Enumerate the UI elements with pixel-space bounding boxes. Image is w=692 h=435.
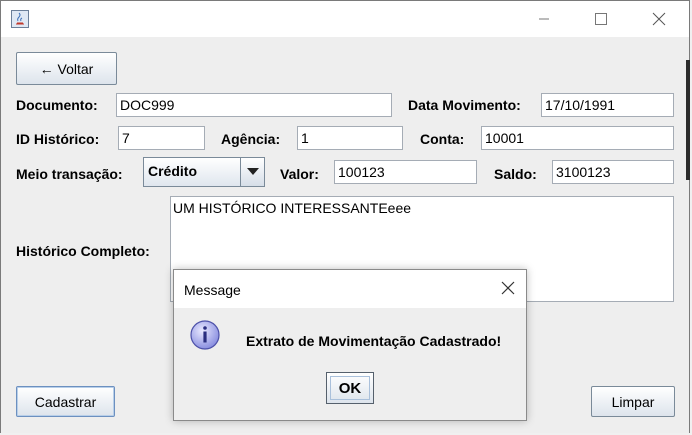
maximize-button[interactable]: [578, 1, 624, 37]
background-window-edge: [686, 60, 690, 180]
data-movimento-field[interactable]: 17/10/1991: [541, 93, 674, 117]
data-movimento-label: Data Movimento:: [408, 97, 521, 113]
info-icon: [189, 319, 221, 351]
conta-field[interactable]: 10001: [481, 126, 674, 150]
documento-field[interactable]: DOC999: [116, 93, 392, 117]
agencia-label: Agência:: [221, 131, 281, 147]
limpar-button[interactable]: Limpar: [591, 386, 675, 417]
valor-label: Valor:: [280, 166, 319, 182]
close-button[interactable]: [636, 1, 682, 37]
message-dialog: Message Extrato de Movimentação Cadastra…: [173, 269, 527, 421]
back-button-label: ← Voltar: [39, 60, 94, 77]
ok-button[interactable]: OK: [326, 372, 374, 404]
saldo-label: Saldo:: [494, 166, 537, 182]
dialog-title: Message: [184, 282, 241, 298]
dialog-close-icon[interactable]: [500, 280, 516, 299]
valor-field[interactable]: 100123: [334, 160, 477, 184]
dialog-title-bar: Message: [174, 270, 526, 308]
title-bar: [1, 1, 689, 37]
id-historico-label: ID Histórico:: [16, 131, 100, 147]
ok-button-label: OK: [338, 379, 362, 397]
cadastrar-button[interactable]: Cadastrar: [16, 386, 115, 417]
meio-transacao-value: Crédito: [148, 163, 197, 179]
meio-transacao-select[interactable]: Crédito: [143, 157, 265, 187]
saldo-field[interactable]: 3100123: [552, 160, 674, 184]
historico-label: Histórico Completo:: [16, 243, 150, 259]
minimize-button[interactable]: [521, 1, 567, 37]
conta-label: Conta:: [420, 131, 465, 147]
cadastrar-button-label: Cadastrar: [34, 393, 97, 410]
historico-text: UM HISTÓRICO INTERESSANTEeee: [173, 200, 412, 216]
limpar-button-label: Limpar: [611, 393, 655, 410]
agencia-field[interactable]: 1: [297, 126, 403, 150]
chevron-down-icon[interactable]: [240, 158, 264, 186]
java-app-icon: [11, 10, 29, 28]
back-button[interactable]: ← Voltar: [16, 52, 117, 85]
dialog-message: Extrato de Movimentação Cadastrado!: [246, 333, 502, 349]
id-historico-field[interactable]: 7: [118, 126, 205, 150]
documento-label: Documento:: [16, 97, 98, 113]
meio-transacao-label: Meio transação:: [16, 166, 123, 182]
